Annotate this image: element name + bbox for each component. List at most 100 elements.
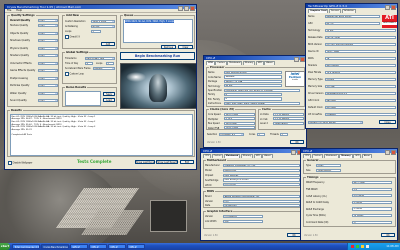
tab-cpu[interactable]: CPU <box>203 154 212 158</box>
show-last-runs-button[interactable]: Show Last Runs <box>135 160 155 164</box>
tab-caches[interactable]: Caches <box>215 61 227 65</box>
exit-button[interactable]: Exit <box>180 160 194 164</box>
task-cpuz-3[interactable]: CPU-Z <box>127 244 145 249</box>
quality-row-select[interactable]: High <box>38 76 58 80</box>
gpu-select[interactable]: Radeon HD 4850 Series <box>308 121 363 124</box>
tab-validation[interactable]: Validation <box>341 9 356 13</box>
quality-row-select[interactable]: High <box>38 31 58 35</box>
queue-list[interactable]: 1280x1024, No AA, DX9, 32bit, High, 3 Lo… <box>123 19 193 43</box>
title-bar[interactable]: CPU-Z <box>204 56 306 62</box>
cpu-row-value: Pentium(R) Dual-Core CPU E5300 @ 2.60GHz <box>224 88 300 92</box>
ok-button[interactable]: OK <box>290 140 304 144</box>
title-bar[interactable]: CPU-Z <box>301 149 397 155</box>
close-icon[interactable] <box>391 4 396 10</box>
scoreboard-select[interactable]: Default <box>93 66 115 70</box>
results-log[interactable]: Run #1- DX9 1280x1024 AA=No AA, 32 bit t… <box>10 114 193 156</box>
tray-icon[interactable] <box>356 245 359 248</box>
ok-button[interactable]: OK <box>287 233 301 237</box>
tab-graphics-card[interactable]: Graphics Card <box>308 9 329 13</box>
quality-row-select[interactable]: High <box>38 91 58 95</box>
task-cpuz-1[interactable]: CPU-Z <box>89 244 107 249</box>
show-last-result-button[interactable]: Show Last Result <box>156 160 178 164</box>
quality-row-select[interactable]: High <box>38 24 58 27</box>
close-icon[interactable] <box>391 149 396 155</box>
minimize-icon[interactable] <box>385 4 390 10</box>
directx9-label: DirectX 9 <box>69 35 80 39</box>
quality-row-select[interactable]: High <box>38 69 58 72</box>
mainboard-row-label: Model <box>205 169 212 173</box>
tab-cpu[interactable]: CPU <box>206 61 215 65</box>
close-icon[interactable] <box>190 5 195 11</box>
tab-sensors[interactable]: Sensors <box>328 9 342 13</box>
tab-about[interactable]: About <box>264 61 275 65</box>
task-gpuz[interactable]: GPU-Z <box>70 244 88 249</box>
antialiasing-select[interactable]: No AA <box>91 24 115 28</box>
title-bar[interactable]: CPU-Z <box>201 149 303 155</box>
start-button[interactable]: start <box>0 243 10 250</box>
menu-help[interactable]: Help <box>16 9 22 12</box>
tab-memory[interactable]: Memory <box>339 154 353 158</box>
tab-spd[interactable]: SPD <box>353 154 362 158</box>
minimize-icon[interactable] <box>291 149 296 155</box>
tab-cpu[interactable]: CPU <box>303 154 312 158</box>
global-loops-input[interactable]: 3 <box>106 61 114 65</box>
scoreboard-label: Scoreboard Bars Frame <box>65 67 91 70</box>
resolution-select[interactable]: 1280 x 1024 <box>91 19 115 23</box>
cpu-row-value: 6 <box>224 93 282 97</box>
remove-button[interactable]: Remove <box>161 44 176 49</box>
close-button[interactable]: Close <box>379 120 396 124</box>
tab-spd[interactable]: SPD <box>255 61 264 65</box>
overall-quality-select[interactable]: High <box>38 18 58 22</box>
task-cpuz-2[interactable]: CPU-Z <box>108 244 126 249</box>
timing-row-label: RAS# Precharge <box>306 207 324 211</box>
time-of-day-input[interactable]: 9 <box>85 61 93 65</box>
tab-memory[interactable]: Memory <box>240 154 254 158</box>
tray-icon[interactable] <box>351 245 354 248</box>
tab-caches[interactable]: Caches <box>211 154 224 158</box>
loops-input[interactable]: 3 <box>91 29 101 33</box>
quality-row-select[interactable]: High <box>38 61 58 65</box>
load-button[interactable]: Load <box>103 98 115 102</box>
task-total-commander[interactable]: Total Commander 6.5 <box>12 244 40 249</box>
disable-wallpaper-checkbox[interactable] <box>8 161 12 165</box>
quality-row-label: Texture Quality <box>10 24 29 28</box>
begin-benchmark-button[interactable]: Begin Benchmarking Run <box>120 52 195 60</box>
tab-spd[interactable]: SPD <box>253 154 262 158</box>
quality-row-select[interactable]: High <box>38 84 58 87</box>
tab-caches[interactable]: Caches <box>311 154 324 158</box>
tray-icon[interactable] <box>361 245 364 248</box>
tab-about[interactable]: About <box>262 154 273 158</box>
directx9-checkbox[interactable] <box>65 35 69 39</box>
gpu-row-value: RV770 <box>325 22 380 26</box>
menu-file[interactable]: File <box>7 9 11 12</box>
custom-loop-checkbox[interactable] <box>65 72 69 76</box>
tab-mainboard[interactable]: Mainboard <box>227 61 243 65</box>
minimize-icon[interactable] <box>178 5 183 11</box>
tray-icon[interactable] <box>366 245 369 248</box>
directx9-option[interactable]: DirectX 9 <box>65 35 80 39</box>
maximize-icon[interactable] <box>184 5 189 11</box>
add-button[interactable]: Add <box>101 42 115 46</box>
ok-button[interactable]: OK <box>381 233 395 237</box>
save-button[interactable]: Save <box>103 92 115 96</box>
custom-loop-option[interactable]: Custom Loop <box>65 72 84 76</box>
minimize-icon[interactable] <box>385 149 390 155</box>
quality-row-select[interactable]: High <box>38 99 58 102</box>
clear-button[interactable]: Clear <box>178 44 193 49</box>
queue-item[interactable]: 1280x1024, No AA, DX9, 32bit, High, 3 Lo… <box>124 20 175 23</box>
quality-row-select[interactable]: High <box>38 54 58 57</box>
task-crysis-benchmark[interactable]: Crysis Benchmarking <box>41 244 69 249</box>
tab-mainboard[interactable]: Mainboard <box>223 154 241 158</box>
tab-memory[interactable]: Memory <box>242 61 256 65</box>
demo-results-list[interactable] <box>65 91 101 106</box>
selection-select[interactable]: Processor #1 <box>219 132 244 136</box>
disable-wallpaper-option[interactable]: Disable Wallpaper <box>8 161 32 165</box>
cpu-row-value: Socket 775 LGA <box>224 79 282 83</box>
quality-row-select[interactable]: High <box>38 39 58 42</box>
title-bar[interactable]: TechPowerUp GPU-Z 0.3.4 <box>306 4 397 10</box>
minimize-icon[interactable] <box>294 56 299 62</box>
timedemo-select[interactable]: benchmark_gpu <box>85 56 115 60</box>
tab-about[interactable]: About <box>361 154 373 158</box>
tab-mainboard[interactable]: Mainboard <box>323 154 339 158</box>
quality-row-select[interactable]: High <box>38 46 58 50</box>
